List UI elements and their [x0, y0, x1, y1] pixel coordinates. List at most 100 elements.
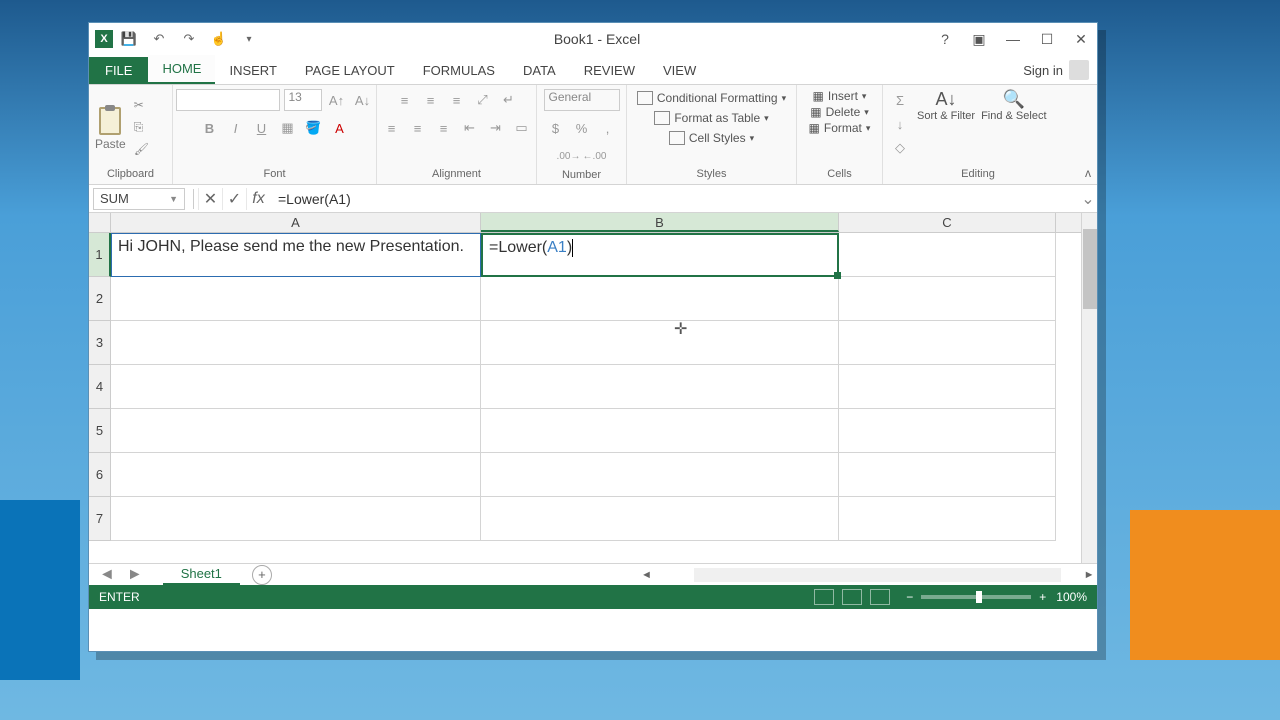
touch-mode-icon[interactable]: ☝	[209, 29, 229, 49]
merge-center-icon[interactable]: ▭	[511, 117, 533, 139]
tab-formulas[interactable]: FORMULAS	[409, 57, 509, 84]
page-layout-view-icon[interactable]	[842, 589, 862, 605]
row-header-1[interactable]: 1	[89, 233, 111, 277]
comma-icon[interactable]: ,	[597, 117, 619, 139]
fill-icon[interactable]: ↓	[889, 113, 911, 135]
hscroll-left-icon[interactable]: ◄	[638, 569, 654, 581]
column-header-c[interactable]: C	[839, 213, 1056, 232]
cell-a6[interactable]	[111, 453, 481, 497]
font-size-select[interactable]: 13	[284, 89, 322, 111]
vertical-scrollbar[interactable]	[1081, 213, 1097, 563]
decrease-font-icon[interactable]: A↓	[352, 89, 374, 111]
cell-a3[interactable]	[111, 321, 481, 365]
cell-b3[interactable]	[481, 321, 839, 365]
tab-page-layout[interactable]: PAGE LAYOUT	[291, 57, 409, 84]
paste-button[interactable]: Paste	[95, 105, 126, 151]
vscroll-thumb[interactable]	[1083, 229, 1097, 309]
formula-input[interactable]: =Lower(A1)	[270, 191, 1079, 207]
tab-review[interactable]: REVIEW	[570, 57, 649, 84]
cell-b6[interactable]	[481, 453, 839, 497]
increase-indent-icon[interactable]: ⇥	[485, 117, 507, 139]
cell-b7[interactable]	[481, 497, 839, 541]
cell-c7[interactable]	[839, 497, 1056, 541]
collapse-ribbon-icon[interactable]: ʌ	[1085, 166, 1091, 180]
maximize-icon[interactable]: ☐	[1037, 29, 1057, 49]
spreadsheet-grid[interactable]: A B C 1 2 3 4 5 6 7 Hi JOHN, Please send…	[89, 213, 1097, 563]
row-header-2[interactable]: 2	[89, 277, 111, 321]
page-break-view-icon[interactable]	[870, 589, 890, 605]
decrease-decimal-icon[interactable]: ←.00	[584, 145, 606, 167]
cell-a2[interactable]	[111, 277, 481, 321]
zoom-out-icon[interactable]: −	[906, 590, 913, 604]
cell-b4[interactable]	[481, 365, 839, 409]
increase-decimal-icon[interactable]: .00→	[558, 145, 580, 167]
conditional-formatting-button[interactable]: Conditional Formatting▾	[635, 89, 788, 107]
insert-function-icon[interactable]: fx	[246, 188, 270, 210]
horizontal-scrollbar[interactable]	[694, 568, 1061, 582]
align-top-icon[interactable]: ≡	[394, 89, 416, 111]
zoom-slider[interactable]	[921, 595, 1031, 599]
format-as-table-button[interactable]: Format as Table▾	[652, 109, 770, 127]
row-header-5[interactable]: 5	[89, 409, 111, 453]
zoom-level[interactable]: 100%	[1056, 590, 1087, 604]
help-icon[interactable]: ?	[935, 29, 955, 49]
cell-b5[interactable]	[481, 409, 839, 453]
cell-c2[interactable]	[839, 277, 1056, 321]
autosum-icon[interactable]: Σ	[889, 89, 911, 111]
cell-a7[interactable]	[111, 497, 481, 541]
cut-icon[interactable]: ✂	[134, 98, 152, 114]
select-all-corner[interactable]	[89, 213, 111, 232]
cell-c6[interactable]	[839, 453, 1056, 497]
sheet-nav-prev-icon[interactable]: ◄	[99, 566, 115, 584]
cell-a5[interactable]	[111, 409, 481, 453]
cell-b1[interactable]: =Lower(A1)	[481, 233, 839, 277]
save-icon[interactable]: 💾	[119, 29, 139, 49]
tab-view[interactable]: VIEW	[649, 57, 710, 84]
ribbon-display-icon[interactable]: ▣	[969, 29, 989, 49]
sort-filter-button[interactable]: A↓ Sort & Filter	[917, 89, 975, 123]
delete-cells-button[interactable]: ▦Delete▾	[810, 105, 869, 119]
font-color-icon[interactable]: A	[329, 117, 351, 139]
bold-button[interactable]: B	[199, 117, 221, 139]
cancel-formula-icon[interactable]: ✕	[198, 188, 222, 210]
zoom-in-icon[interactable]: +	[1039, 590, 1046, 604]
number-format-select[interactable]: General	[544, 89, 620, 111]
enter-formula-icon[interactable]: ✓	[222, 188, 246, 210]
align-middle-icon[interactable]: ≡	[420, 89, 442, 111]
name-box[interactable]: SUM▼	[93, 188, 185, 210]
cell-styles-button[interactable]: Cell Styles▾	[667, 129, 756, 147]
sheet-tab[interactable]: Sheet1	[163, 564, 240, 585]
cell-c5[interactable]	[839, 409, 1056, 453]
tab-data[interactable]: DATA	[509, 57, 570, 84]
wrap-text-icon[interactable]: ↵	[498, 89, 520, 111]
cell-a4[interactable]	[111, 365, 481, 409]
align-center-icon[interactable]: ≡	[407, 117, 429, 139]
increase-font-icon[interactable]: A↑	[326, 89, 348, 111]
tab-home[interactable]: HOME	[148, 55, 215, 84]
find-select-button[interactable]: 🔍 Find & Select	[981, 89, 1046, 123]
border-icon[interactable]: ▦	[277, 117, 299, 139]
percent-icon[interactable]: %	[571, 117, 593, 139]
undo-icon[interactable]: ↶	[149, 29, 169, 49]
orientation-icon[interactable]: ⤢	[472, 89, 494, 111]
tab-file[interactable]: FILE	[89, 57, 148, 84]
row-header-4[interactable]: 4	[89, 365, 111, 409]
minimize-icon[interactable]: —	[1003, 29, 1023, 49]
currency-icon[interactable]: $	[545, 117, 567, 139]
normal-view-icon[interactable]	[814, 589, 834, 605]
redo-icon[interactable]: ↷	[179, 29, 199, 49]
row-header-6[interactable]: 6	[89, 453, 111, 497]
format-painter-icon[interactable]: 🖌	[134, 142, 152, 158]
tab-insert[interactable]: INSERT	[215, 57, 290, 84]
zoom-thumb[interactable]	[976, 591, 982, 603]
font-name-select[interactable]	[176, 89, 280, 111]
hscroll-right-icon[interactable]: ►	[1081, 569, 1097, 581]
insert-cells-button[interactable]: ▦Insert▾	[813, 89, 867, 103]
cell-b2[interactable]	[481, 277, 839, 321]
decrease-indent-icon[interactable]: ⇤	[459, 117, 481, 139]
cell-c1[interactable]	[839, 233, 1056, 277]
align-bottom-icon[interactable]: ≡	[446, 89, 468, 111]
cell-c3[interactable]	[839, 321, 1056, 365]
close-icon[interactable]: ✕	[1071, 29, 1091, 49]
align-left-icon[interactable]: ≡	[381, 117, 403, 139]
